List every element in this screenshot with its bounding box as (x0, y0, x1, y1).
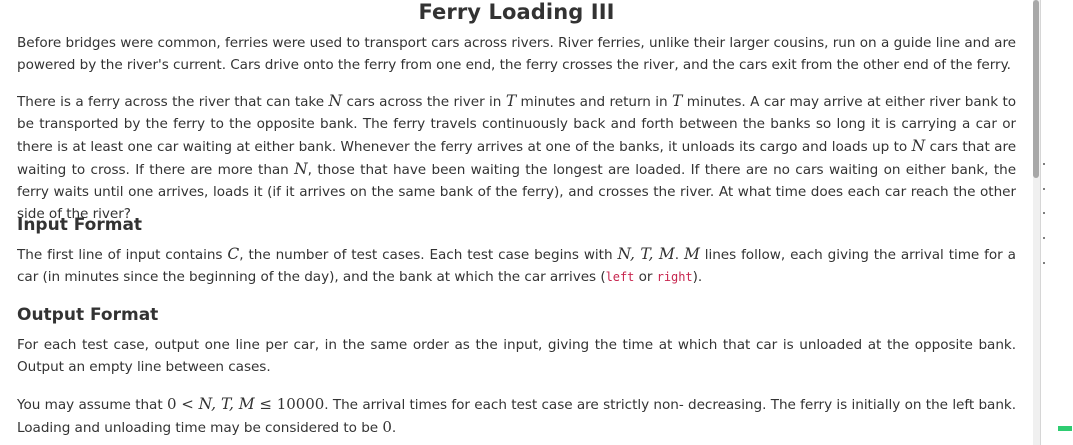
math-c: C (227, 245, 240, 263)
scrollbar-thumb[interactable] (1033, 0, 1039, 178)
math-n: N (328, 92, 343, 110)
minimap-position-marker (1058, 426, 1072, 431)
description-paragraph: There is a ferry across the river that c… (17, 92, 1016, 222)
math-n: N (911, 137, 926, 155)
minimap-dot (1043, 237, 1045, 239)
minimap-dot (1043, 212, 1045, 214)
math-ntm: N, T, M (617, 245, 675, 263)
math-zero: 0 (382, 418, 392, 436)
page-title: Ferry Loading III (418, 0, 615, 24)
minimap-rail[interactable] (1040, 0, 1073, 445)
input-format-heading: Input Format (17, 215, 143, 235)
math-ntm: N, T, M (198, 395, 255, 413)
math-n: N (294, 160, 308, 178)
code-right: right (656, 270, 693, 284)
minimap-dot (1043, 188, 1045, 190)
code-left: left (605, 270, 635, 284)
minimap-dot (1043, 262, 1045, 264)
math-t: T (672, 92, 683, 110)
output-format-paragraph: For each test case, output one line per … (17, 337, 1016, 375)
input-format-paragraph: The first line of input contains C, the … (17, 245, 1016, 285)
problem-statement: Ferry Loading III Before bridges were co… (17, 0, 1016, 445)
output-format-heading: Output Format (17, 305, 159, 325)
math-m: M (683, 245, 700, 263)
intro-paragraph: Before bridges were common, ferries were… (17, 35, 1016, 73)
constraints-paragraph: You may assume that 0 < N, T, M ≤ 10000.… (17, 395, 1016, 436)
math-t: T (505, 92, 517, 110)
math-max: 10000 (276, 395, 325, 413)
minimap-dot (1043, 163, 1045, 165)
